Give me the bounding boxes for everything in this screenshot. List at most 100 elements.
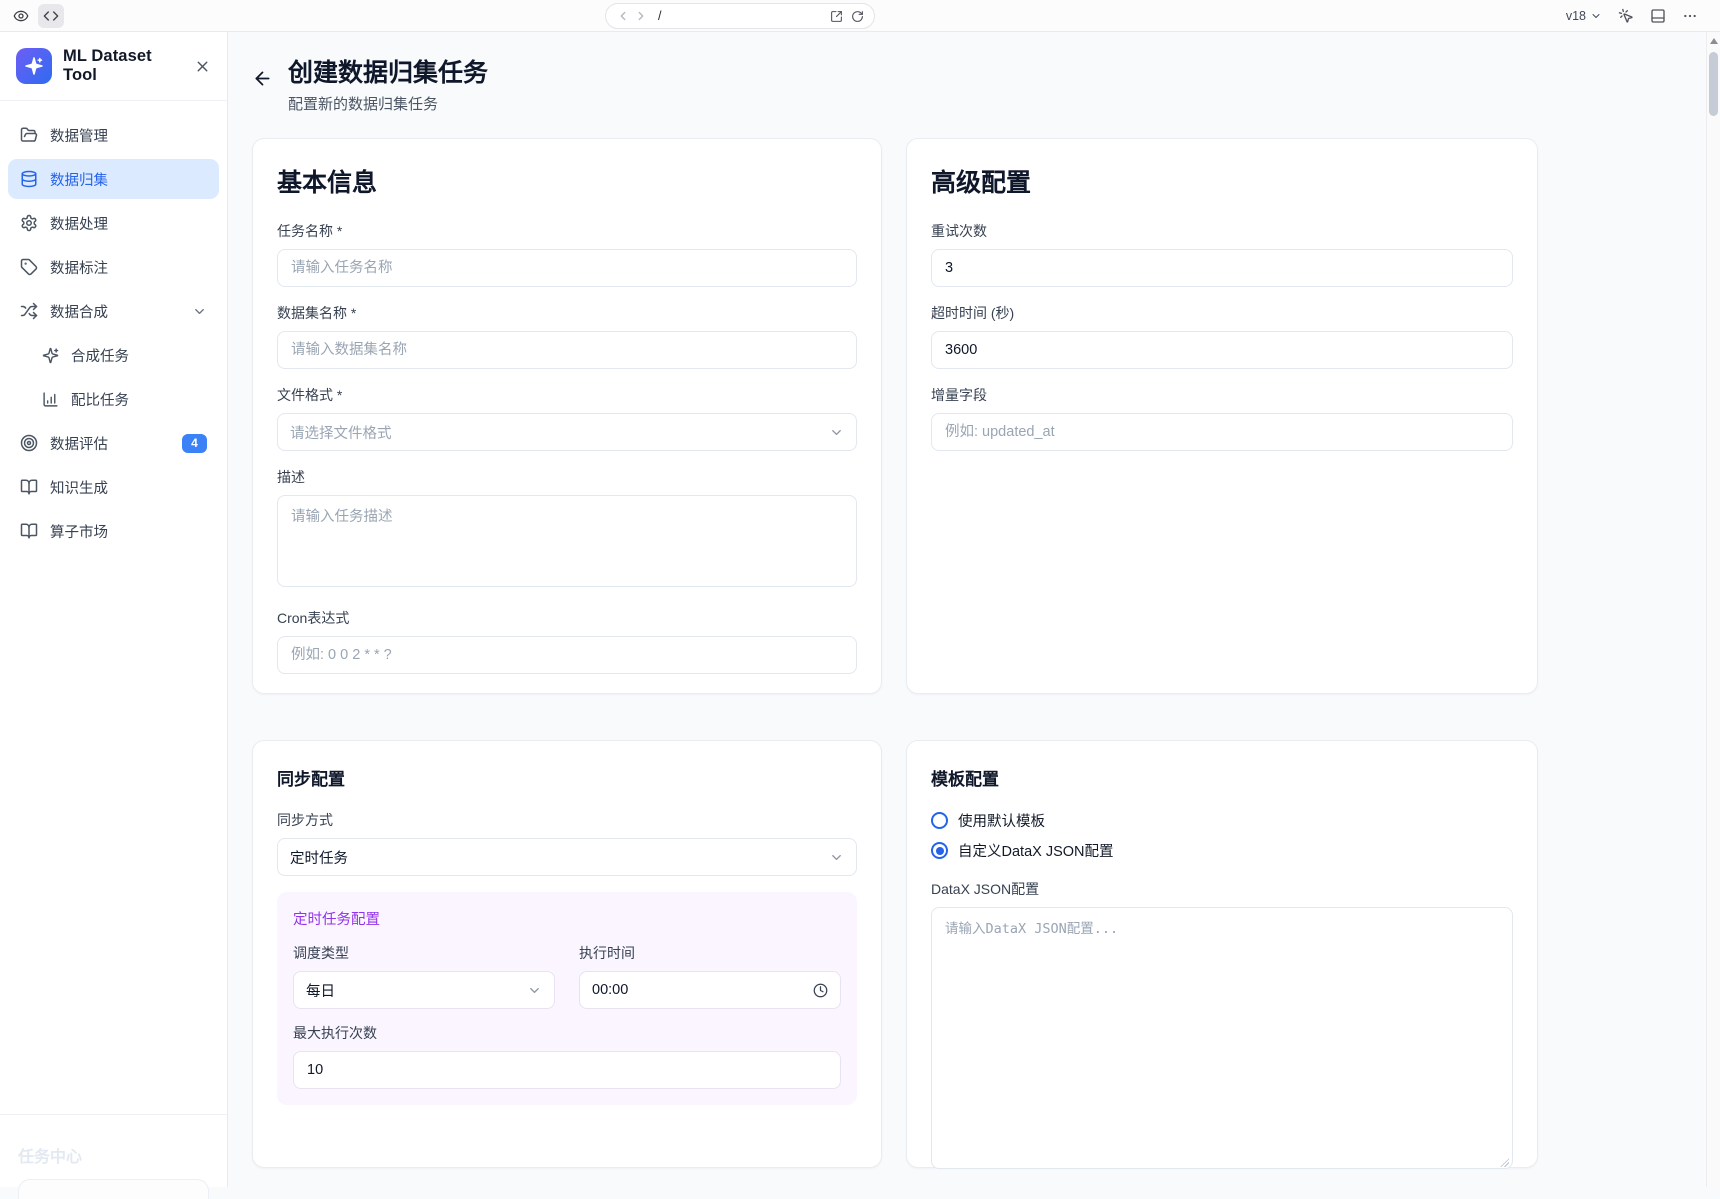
page-title: 创建数据归集任务	[288, 58, 488, 88]
nav-back-icon[interactable]	[616, 9, 630, 23]
target-icon	[20, 434, 38, 452]
datax-json-label: DataX JSON配置	[931, 879, 1513, 899]
scrollbar-thumb[interactable]	[1709, 52, 1718, 116]
browser-toolbar: / v18	[0, 0, 1720, 32]
task-name-input[interactable]	[277, 249, 857, 287]
cron-label: Cron表达式	[277, 608, 857, 628]
app-logo	[16, 48, 52, 84]
timeout-label: 超时时间 (秒)	[931, 303, 1513, 323]
scrollbar[interactable]	[1706, 32, 1720, 1187]
sidebar-footer: 任务中心	[0, 1114, 227, 1187]
close-icon	[194, 58, 211, 75]
card-title: 基本信息	[277, 163, 857, 199]
retry-count-label: 重试次数	[931, 221, 1513, 241]
datax-json-textarea[interactable]	[931, 907, 1513, 1169]
chevron-down-icon	[829, 850, 844, 865]
url-bar[interactable]: /	[605, 3, 875, 29]
sidebar-item-data-management[interactable]: 数据管理	[8, 115, 219, 155]
bar-chart-icon	[42, 391, 59, 408]
back-button[interactable]	[252, 68, 273, 89]
dataset-name-label: 数据集名称 *	[277, 303, 857, 323]
main-content: 创建数据归集任务 配置新的数据归集任务 基本信息 任务名称 * 数据集名称 * …	[228, 32, 1706, 1187]
close-sidebar-button[interactable]	[194, 58, 211, 75]
sidebar-item-data-processing[interactable]: 数据处理	[8, 203, 219, 243]
folder-open-icon	[20, 126, 38, 144]
sidebar-item-data-collection[interactable]: 数据归集	[8, 159, 219, 199]
book-open-icon	[20, 478, 38, 496]
nav-forward-icon[interactable]	[634, 9, 648, 23]
scroll-up-arrow-icon[interactable]	[1710, 38, 1718, 44]
advanced-config-card: 高级配置 重试次数 超时时间 (秒) 增量字段	[906, 138, 1538, 694]
code-icon	[43, 8, 59, 24]
sidebar-item-synthesis-tasks[interactable]: 合成任务	[8, 335, 219, 375]
dataset-name-input[interactable]	[277, 331, 857, 369]
cron-input[interactable]	[277, 636, 857, 674]
more-menu-icon[interactable]	[1682, 8, 1698, 24]
code-view-button[interactable]	[38, 4, 64, 28]
sidebar-item-knowledge-generation[interactable]: 知识生成	[8, 467, 219, 507]
book-open-icon	[20, 522, 38, 540]
exec-time-label: 执行时间	[579, 943, 841, 963]
sparkles-icon	[24, 56, 44, 76]
template-config-card: 模板配置 使用默认模板 自定义DataX JSON配置 DataX JSON配置	[906, 740, 1538, 1168]
chevron-down-icon	[192, 304, 207, 319]
description-textarea[interactable]	[277, 495, 857, 587]
refresh-icon[interactable]	[851, 10, 864, 23]
default-template-option[interactable]: 使用默认模板	[931, 810, 1513, 831]
resize-handle[interactable]	[1499, 1157, 1510, 1168]
chevron-down-icon	[527, 983, 542, 998]
chevron-down-icon	[829, 425, 844, 440]
schedule-config-panel: 定时任务配置 调度类型 每日 执行时间 00:00	[277, 892, 857, 1105]
open-external-icon[interactable]	[830, 10, 843, 23]
task-center-card-stub	[18, 1179, 209, 1199]
version-dropdown[interactable]: v18	[1566, 9, 1602, 23]
page-subtitle: 配置新的数据归集任务	[288, 93, 488, 114]
eye-icon	[13, 8, 29, 24]
sidebar-item-ratio-tasks[interactable]: 配比任务	[8, 379, 219, 419]
card-title: 同步配置	[277, 765, 857, 790]
task-name-label: 任务名称 *	[277, 221, 857, 241]
incremental-field-label: 增量字段	[931, 385, 1513, 405]
description-label: 描述	[277, 467, 857, 487]
exec-time-input[interactable]: 00:00	[579, 971, 841, 1009]
task-center-label: 任务中心	[18, 1143, 209, 1167]
sync-mode-select[interactable]: 定时任务	[277, 838, 857, 876]
radio-unselected-icon[interactable]	[931, 812, 948, 829]
schedule-type-select[interactable]: 每日	[293, 971, 555, 1009]
sidebar-item-operator-market[interactable]: 算子市场	[8, 511, 219, 551]
panel-layout-icon[interactable]	[1650, 8, 1666, 24]
sparkles-icon	[42, 347, 59, 364]
max-runs-label: 最大执行次数	[293, 1023, 841, 1043]
url-path[interactable]: /	[658, 9, 830, 23]
incremental-field-input[interactable]	[931, 413, 1513, 451]
clock-icon[interactable]	[813, 983, 828, 998]
preview-eye-button[interactable]	[8, 4, 34, 28]
custom-datax-option[interactable]: 自定义DataX JSON配置	[931, 840, 1513, 861]
tag-icon	[20, 258, 38, 276]
schedule-panel-title: 定时任务配置	[293, 908, 841, 929]
sidebar-item-data-labeling[interactable]: 数据标注	[8, 247, 219, 287]
sidebar-item-data-evaluation[interactable]: 数据评估 4	[8, 423, 219, 463]
file-format-label: 文件格式 *	[277, 385, 857, 405]
sync-mode-label: 同步方式	[277, 810, 857, 830]
database-icon	[20, 170, 38, 188]
arrow-left-icon	[252, 68, 273, 89]
shuffle-icon	[20, 302, 38, 320]
app-title: ML Dataset Tool	[63, 47, 183, 85]
count-badge: 4	[182, 434, 207, 453]
timeout-input[interactable]	[931, 331, 1513, 369]
card-title: 模板配置	[931, 765, 1513, 790]
basic-info-card: 基本信息 任务名称 * 数据集名称 * 文件格式 * 请选择文件格式	[252, 138, 882, 694]
gear-icon	[20, 214, 38, 232]
sync-config-card: 同步配置 同步方式 定时任务 定时任务配置 调度类型 每日	[252, 740, 882, 1168]
card-title: 高级配置	[931, 163, 1513, 199]
schedule-type-label: 调度类型	[293, 943, 555, 963]
radio-selected-icon[interactable]	[931, 842, 948, 859]
file-format-select[interactable]: 请选择文件格式	[277, 413, 857, 451]
max-runs-input[interactable]	[293, 1051, 841, 1089]
sidebar: ML Dataset Tool 数据管理 数据归集 数据处理 数据标注 数据合成	[0, 32, 228, 1187]
retry-count-input[interactable]	[931, 249, 1513, 287]
chevron-down-icon	[1590, 10, 1602, 22]
sidebar-item-data-synthesis[interactable]: 数据合成	[8, 291, 219, 331]
select-pointer-icon[interactable]	[1618, 8, 1634, 24]
